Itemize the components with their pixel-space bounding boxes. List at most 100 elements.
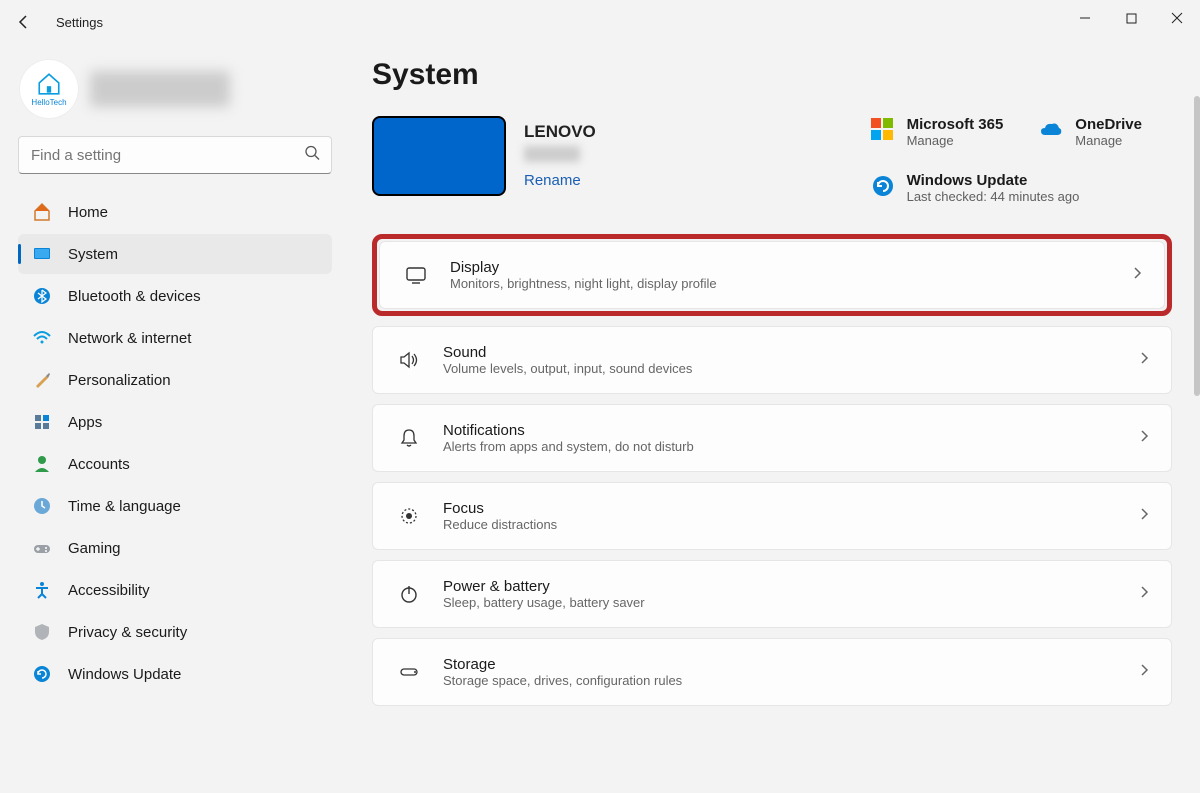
- sidebar-item-personalization[interactable]: Personalization: [18, 360, 332, 400]
- gamepad-icon: [32, 538, 52, 558]
- bluetooth-icon: [32, 286, 52, 306]
- sidebar: HelloTech Home System Bluetooth & device…: [0, 44, 340, 793]
- sidebar-item-label: Accessibility: [68, 582, 150, 599]
- arrow-left-icon: [16, 14, 32, 30]
- sidebar-item-system[interactable]: System: [18, 234, 332, 274]
- window-controls: [1062, 0, 1200, 36]
- window-title: Settings: [56, 15, 103, 30]
- display-icon: [404, 263, 428, 287]
- card-display[interactable]: Display Monitors, brightness, night ligh…: [379, 241, 1165, 309]
- chevron-right-icon: [1137, 585, 1151, 604]
- device-thumbnail: [372, 116, 506, 196]
- maximize-icon: [1126, 13, 1137, 24]
- back-button[interactable]: [12, 10, 36, 34]
- sidebar-item-accessibility[interactable]: Accessibility: [18, 570, 332, 610]
- clock-icon: [32, 496, 52, 516]
- sidebar-item-network[interactable]: Network & internet: [18, 318, 332, 358]
- sidebar-item-label: Bluetooth & devices: [68, 288, 201, 305]
- sidebar-item-time[interactable]: Time & language: [18, 486, 332, 526]
- close-icon: [1171, 12, 1183, 24]
- sidebar-item-privacy[interactable]: Privacy & security: [18, 612, 332, 652]
- service-title: Microsoft 365: [907, 116, 1004, 133]
- microsoft-logo-icon: [871, 118, 895, 142]
- card-focus[interactable]: Focus Reduce distractions: [372, 482, 1172, 550]
- main-content: System LENOVO Rename Microsoft 365 Manag…: [340, 44, 1200, 793]
- titlebar: Settings: [0, 0, 1200, 44]
- sidebar-item-label: System: [68, 246, 118, 263]
- brush-icon: [32, 370, 52, 390]
- page-title: System: [372, 58, 1172, 92]
- update-icon: [871, 174, 895, 198]
- avatar-label: HelloTech: [31, 98, 66, 107]
- card-subtitle: Storage space, drives, configuration rul…: [443, 673, 682, 688]
- service-title: Windows Update: [907, 172, 1080, 189]
- service-microsoft365[interactable]: Microsoft 365 Manage: [871, 116, 1004, 148]
- card-subtitle: Volume levels, output, input, sound devi…: [443, 361, 692, 376]
- rename-link[interactable]: Rename: [524, 172, 596, 189]
- sidebar-nav: Home System Bluetooth & devices Network …: [18, 192, 332, 694]
- home-icon: [32, 202, 52, 222]
- house-icon: [36, 71, 62, 97]
- sidebar-item-label: Gaming: [68, 540, 121, 557]
- device-model-redacted: [524, 146, 580, 162]
- card-notifications[interactable]: Notifications Alerts from apps and syste…: [372, 404, 1172, 472]
- sidebar-item-label: Network & internet: [68, 330, 191, 347]
- card-title: Focus: [443, 500, 557, 517]
- card-subtitle: Alerts from apps and system, do not dist…: [443, 439, 694, 454]
- device-name: LENOVO: [524, 122, 596, 142]
- apps-icon: [32, 412, 52, 432]
- sidebar-item-label: Time & language: [68, 498, 181, 515]
- sidebar-item-gaming[interactable]: Gaming: [18, 528, 332, 568]
- card-title: Sound: [443, 344, 692, 361]
- settings-cards: Display Monitors, brightness, night ligh…: [372, 234, 1172, 706]
- close-button[interactable]: [1154, 0, 1200, 36]
- card-power[interactable]: Power & battery Sleep, battery usage, ba…: [372, 560, 1172, 628]
- card-storage[interactable]: Storage Storage space, drives, configura…: [372, 638, 1172, 706]
- service-action: Manage: [1075, 133, 1142, 148]
- cloud-icon: [1039, 118, 1063, 142]
- search-input[interactable]: [18, 136, 332, 174]
- device-block: LENOVO Rename: [372, 116, 596, 204]
- system-icon: [32, 244, 52, 264]
- card-subtitle: Sleep, battery usage, battery saver: [443, 595, 645, 610]
- storage-icon: [397, 660, 421, 684]
- user-account-row[interactable]: HelloTech: [20, 60, 332, 118]
- wifi-icon: [32, 328, 52, 348]
- service-action: Manage: [907, 133, 1004, 148]
- service-windows-update[interactable]: Windows Update Last checked: 44 minutes …: [871, 172, 1172, 204]
- sidebar-item-label: Apps: [68, 414, 102, 431]
- services-grid: Microsoft 365 Manage OneDrive Manage Win…: [871, 116, 1172, 204]
- avatar: HelloTech: [20, 60, 78, 118]
- bell-icon: [397, 426, 421, 450]
- sidebar-item-label: Personalization: [68, 372, 171, 389]
- card-title: Notifications: [443, 422, 694, 439]
- service-onedrive[interactable]: OneDrive Manage: [1039, 116, 1172, 148]
- sidebar-item-label: Accounts: [68, 456, 130, 473]
- sidebar-item-update[interactable]: Windows Update: [18, 654, 332, 694]
- accessibility-icon: [32, 580, 52, 600]
- sound-icon: [397, 348, 421, 372]
- shield-icon: [32, 622, 52, 642]
- person-icon: [32, 454, 52, 474]
- sidebar-item-home[interactable]: Home: [18, 192, 332, 232]
- minimize-icon: [1079, 12, 1091, 24]
- chevron-right-icon: [1137, 663, 1151, 682]
- update-icon: [32, 664, 52, 684]
- chevron-right-icon: [1137, 351, 1151, 370]
- power-icon: [397, 582, 421, 606]
- sidebar-item-accounts[interactable]: Accounts: [18, 444, 332, 484]
- search-field[interactable]: [18, 136, 332, 174]
- service-title: OneDrive: [1075, 116, 1142, 133]
- card-sound[interactable]: Sound Volume levels, output, input, soun…: [372, 326, 1172, 394]
- sidebar-item-apps[interactable]: Apps: [18, 402, 332, 442]
- scrollbar[interactable]: [1194, 96, 1200, 396]
- chevron-right-icon: [1130, 266, 1144, 285]
- sidebar-item-bluetooth[interactable]: Bluetooth & devices: [18, 276, 332, 316]
- card-title: Storage: [443, 656, 682, 673]
- card-title: Display: [450, 259, 717, 276]
- maximize-button[interactable]: [1108, 0, 1154, 36]
- minimize-button[interactable]: [1062, 0, 1108, 36]
- sidebar-item-label: Home: [68, 204, 108, 221]
- card-title: Power & battery: [443, 578, 645, 595]
- search-icon: [304, 145, 320, 166]
